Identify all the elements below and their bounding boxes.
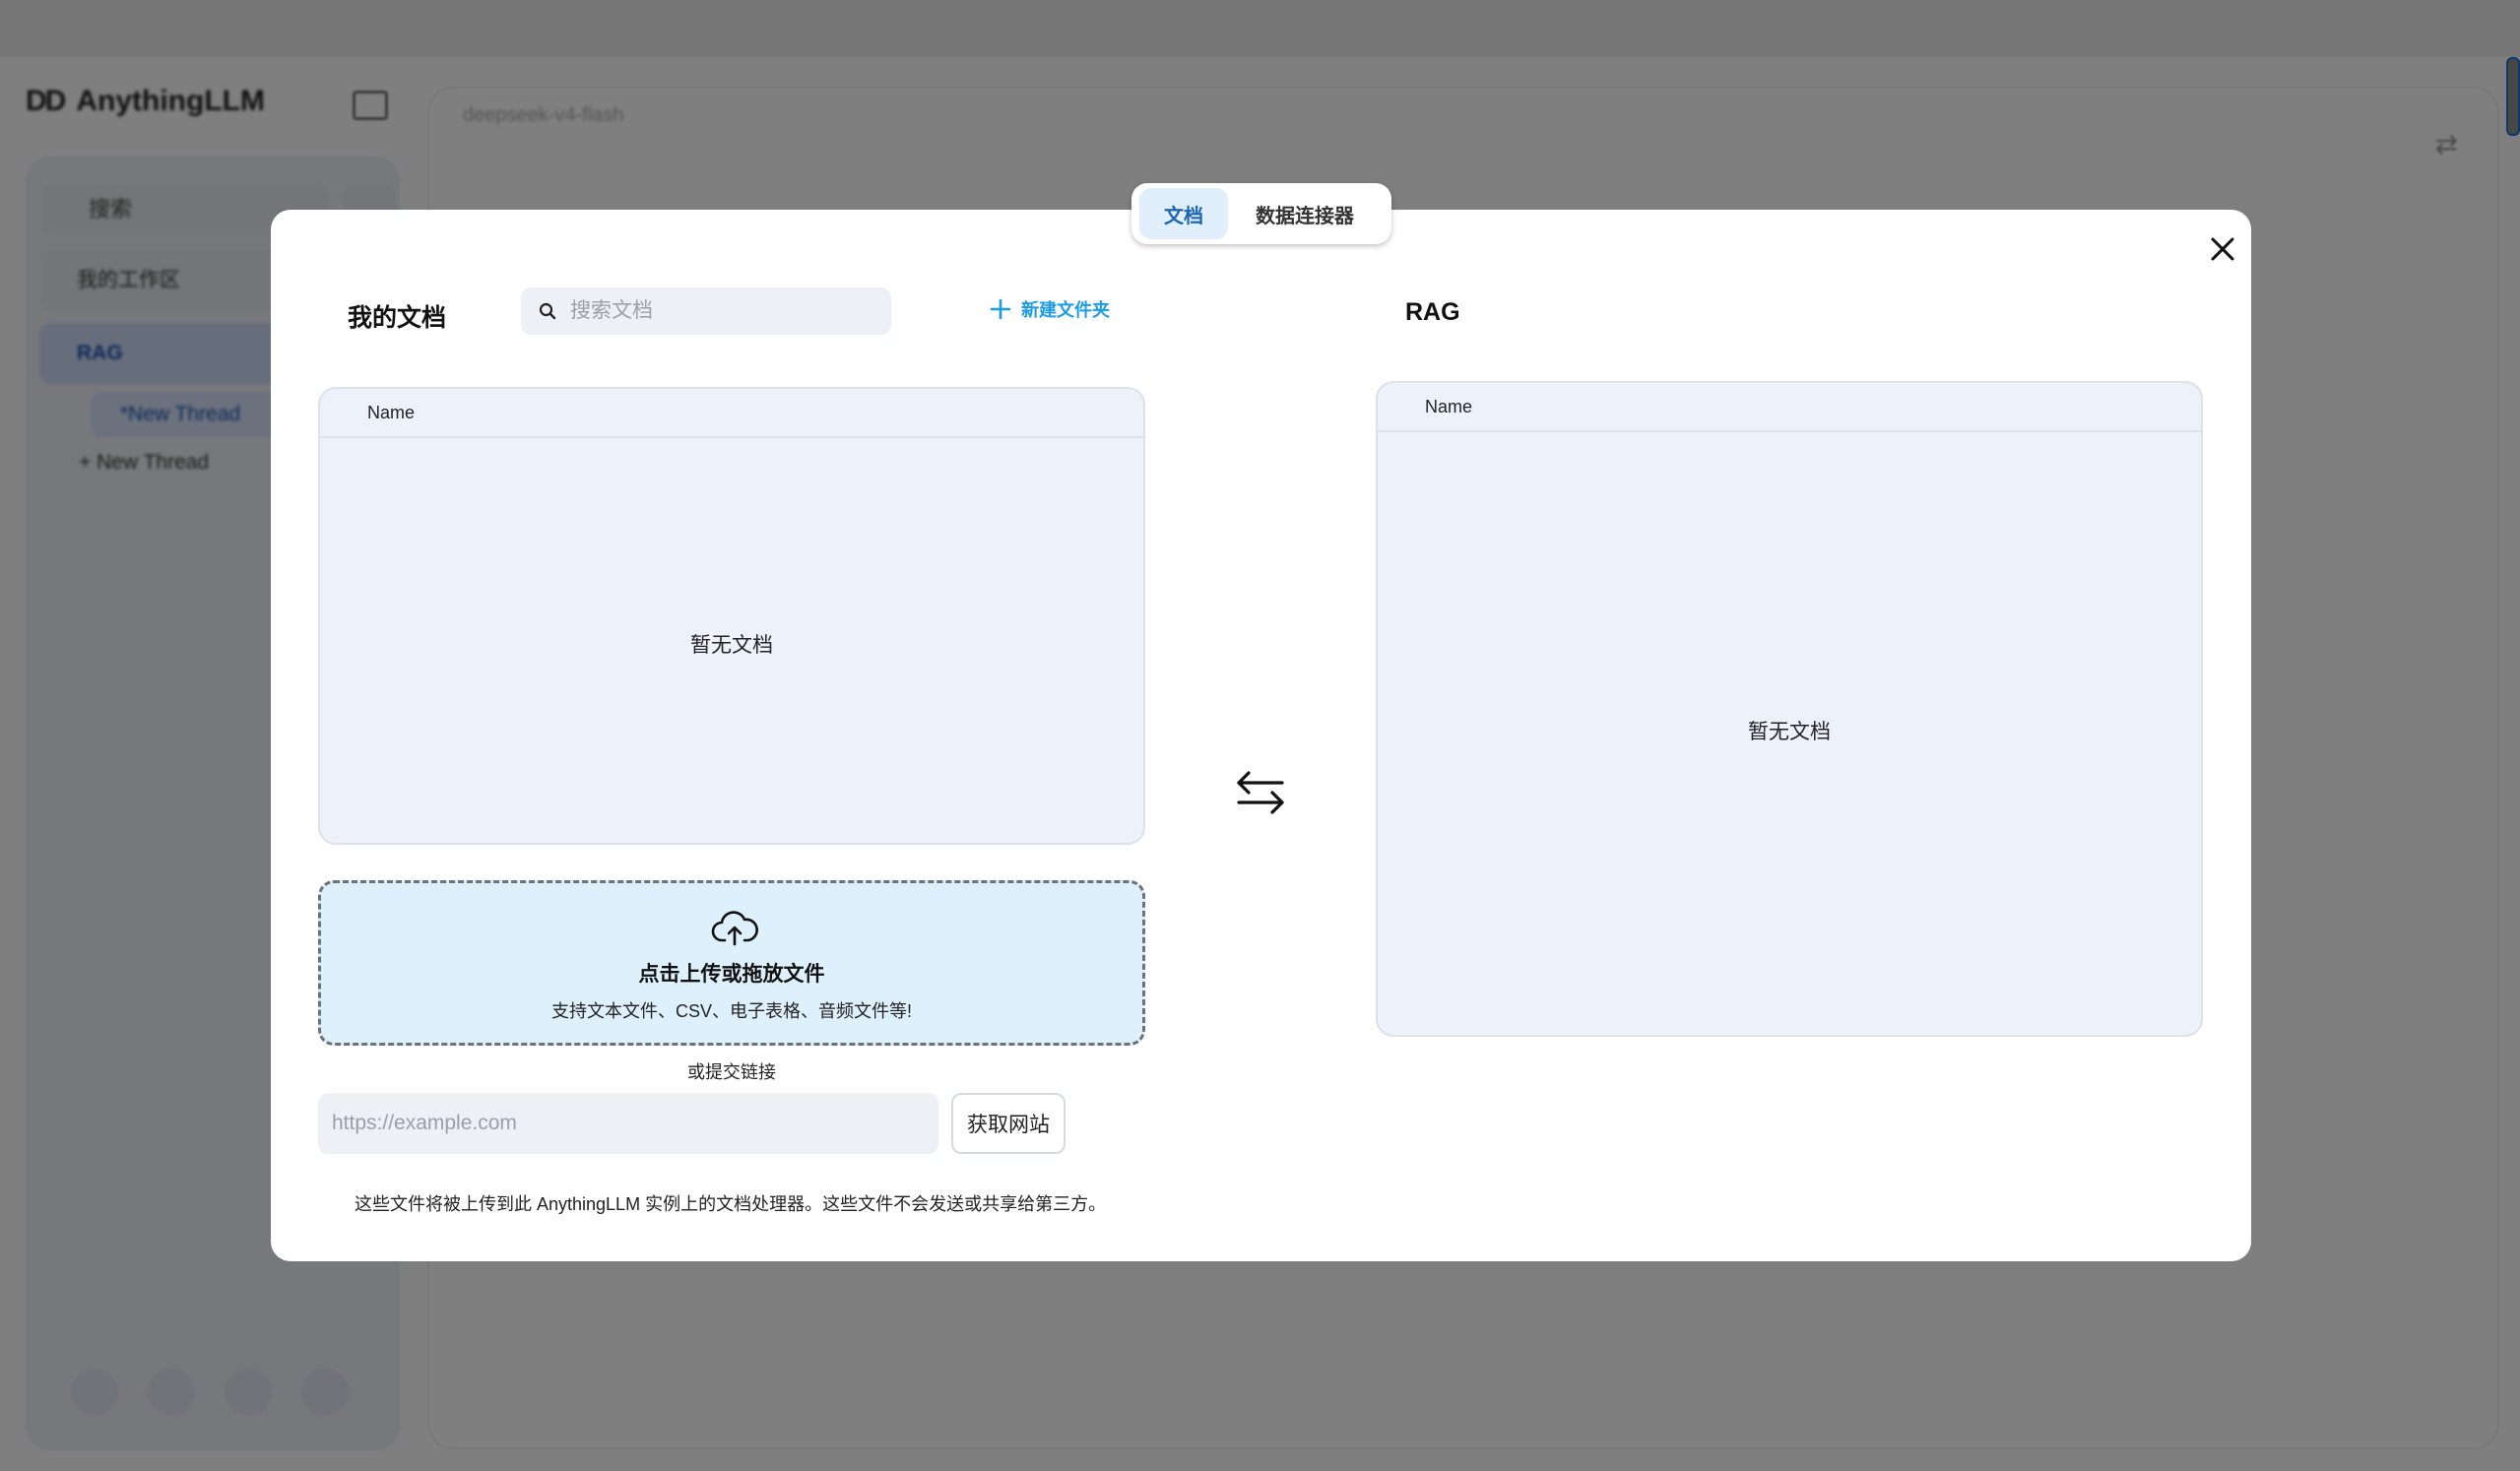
close-icon bbox=[2211, 237, 2234, 261]
new-folder-button[interactable]: 新建文件夹 bbox=[990, 296, 1110, 322]
or-submit-link-label: 或提交链接 bbox=[687, 1062, 776, 1082]
plus-icon bbox=[990, 298, 1011, 320]
document-manager-modal: 我的文档 新建文件夹 Name 暂无文档 点击上传或拖放文件 支持文本文件、CS… bbox=[271, 210, 2251, 1261]
cloud-upload-icon bbox=[711, 911, 758, 946]
workspace-title: RAG bbox=[1405, 298, 1460, 326]
tab-data-connectors[interactable]: 数据连接器 bbox=[1236, 188, 1374, 239]
document-search-input[interactable] bbox=[568, 298, 868, 324]
close-button[interactable] bbox=[2201, 227, 2244, 271]
modal-tabs: 文档 数据连接器 bbox=[1131, 183, 1391, 244]
fetch-website-button[interactable]: 获取网站 bbox=[951, 1093, 1066, 1154]
upload-title: 点击上传或拖放文件 bbox=[638, 963, 825, 986]
column-header-name[interactable]: Name bbox=[320, 389, 1143, 438]
workspace-documents-list: Name 暂无文档 bbox=[1376, 381, 2203, 1037]
upload-subtitle: 支持文本文件、CSV、电子表格、音频文件等! bbox=[550, 1001, 912, 1021]
tab-documents[interactable]: 文档 bbox=[1139, 188, 1228, 239]
empty-state-text: 暂无文档 bbox=[1748, 721, 1831, 743]
my-documents-list: Name 暂无文档 bbox=[318, 387, 1145, 845]
column-header-name[interactable]: Name bbox=[1378, 383, 2201, 432]
upload-disclaimer: 这些文件将被上传到此 AnythingLLM 实例上的文档处理器。这些文件不会发… bbox=[355, 1194, 1107, 1214]
upload-dropzone[interactable]: 点击上传或拖放文件 支持文本文件、CSV、电子表格、音频文件等! bbox=[318, 880, 1145, 1046]
new-folder-label: 新建文件夹 bbox=[1021, 300, 1110, 320]
my-documents-title: 我的文档 bbox=[348, 304, 447, 332]
empty-state-text: 暂无文档 bbox=[690, 634, 773, 657]
url-input[interactable] bbox=[318, 1093, 938, 1154]
swap-arrows-icon[interactable] bbox=[1233, 767, 1288, 818]
search-icon bbox=[539, 302, 556, 320]
document-search[interactable] bbox=[521, 288, 891, 335]
